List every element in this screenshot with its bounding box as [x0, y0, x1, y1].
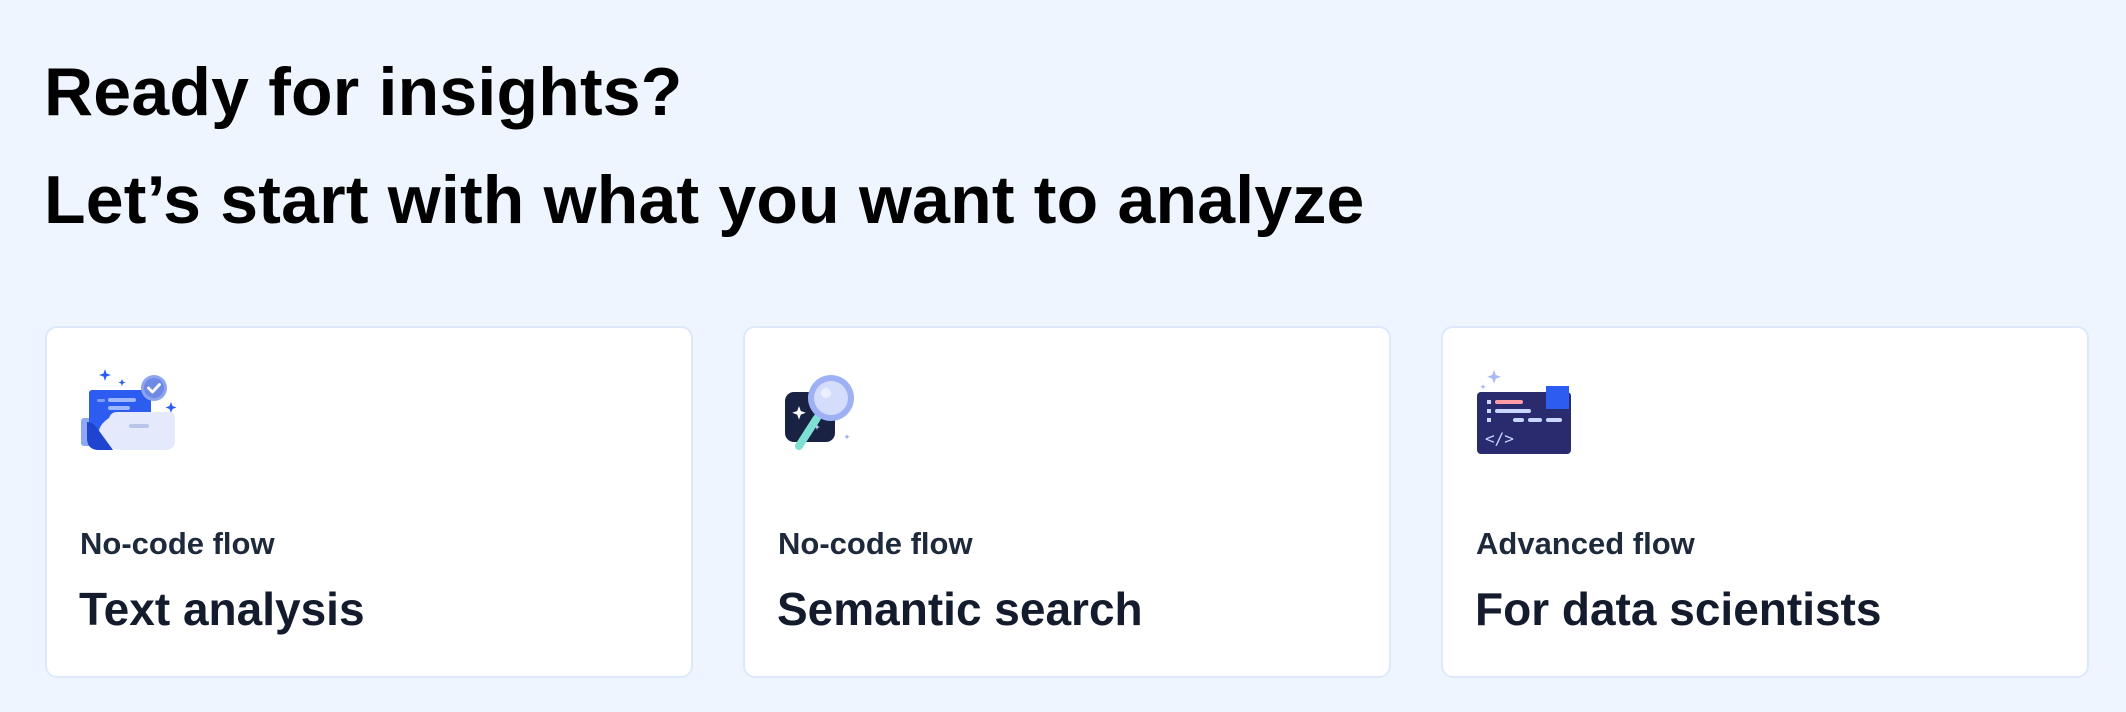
card-semantic-search[interactable]: No-code flow Semantic search	[743, 326, 1391, 678]
magnifier-sparkle-icon	[777, 366, 877, 456]
card-text-analysis[interactable]: No-code flow Text analysis	[45, 326, 693, 678]
card-data-scientists[interactable]: </> Advanced flow For data scientists	[1441, 326, 2089, 678]
card-flow-label: No-code flow	[778, 526, 973, 561]
card-title: Semantic search	[777, 583, 1143, 635]
code-window-icon: </>	[1475, 366, 1575, 456]
page-title: Ready for insights?	[44, 54, 683, 130]
card-title: For data scientists	[1475, 583, 1882, 635]
page-subtitle: Let’s start with what you want to analyz…	[44, 162, 1365, 238]
flow-options: No-code flow Text analysis No-code flow …	[45, 326, 2089, 678]
svg-text:</>: </>	[1485, 429, 1514, 448]
card-flow-label: No-code flow	[80, 526, 275, 561]
card-flow-label: Advanced flow	[1476, 526, 1695, 561]
page-header: Ready for insights? Let’s start with wha…	[44, 38, 1365, 254]
card-title: Text analysis	[79, 583, 365, 635]
document-folder-check-icon	[79, 366, 179, 456]
